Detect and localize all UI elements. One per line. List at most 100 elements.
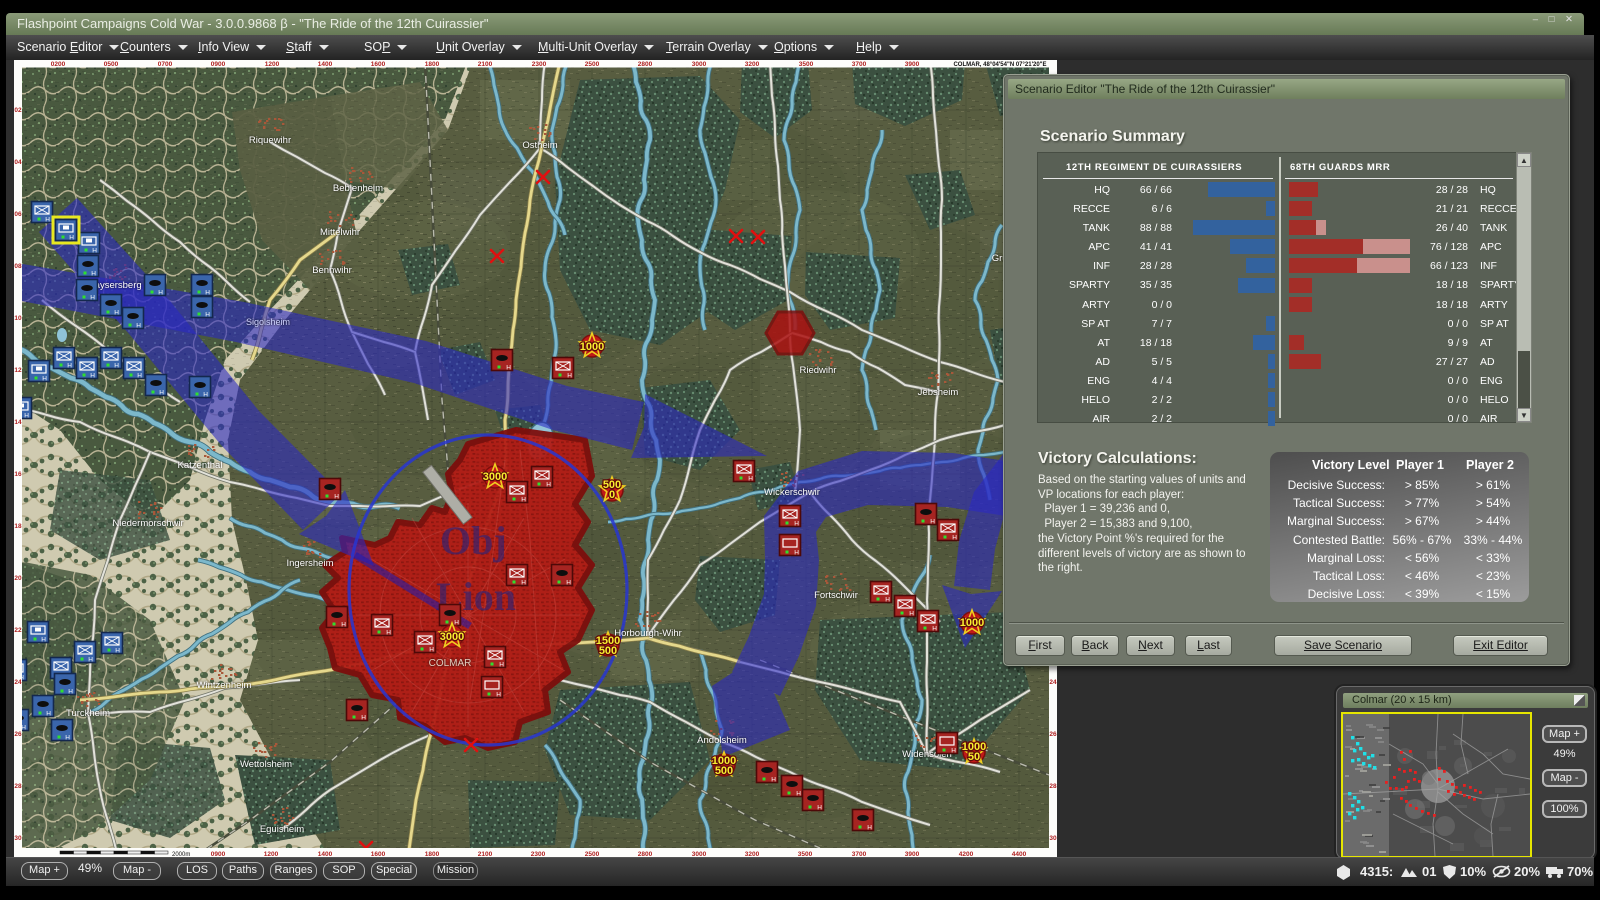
svg-text:0200: 0200 <box>51 61 66 68</box>
svg-text:H: H <box>771 777 776 784</box>
svg-text:H: H <box>90 295 95 302</box>
svg-text:Turckheim: Turckheim <box>66 708 110 719</box>
svg-text:H: H <box>748 476 753 483</box>
svg-text:3000: 3000 <box>692 61 707 68</box>
svg-text:02: 02 <box>14 107 22 114</box>
svg-text:H: H <box>159 390 164 397</box>
svg-text:500: 500 <box>599 645 617 657</box>
svg-text:H: H <box>68 689 73 696</box>
svg-text:H: H <box>521 580 526 587</box>
svg-text:H: H <box>114 310 119 317</box>
svg-text:1800: 1800 <box>425 61 440 68</box>
svg-text:Wintzenheim: Wintzenheim <box>197 680 252 691</box>
svg-text:50: 50 <box>968 751 980 763</box>
svg-text:Bennwihr: Bennwihr <box>312 265 352 276</box>
svg-text:Eguisheim: Eguisheim <box>260 824 304 835</box>
svg-text:20: 20 <box>14 575 22 582</box>
svg-text:H: H <box>42 376 47 383</box>
svg-text:14: 14 <box>14 419 22 426</box>
svg-text:H: H <box>41 637 46 644</box>
svg-text:H: H <box>21 725 26 732</box>
svg-text:0: 0 <box>609 489 615 501</box>
svg-text:H: H <box>952 535 957 542</box>
svg-text:22: 22 <box>14 627 22 634</box>
svg-text:28: 28 <box>1049 783 1057 790</box>
svg-text:H: H <box>794 550 799 557</box>
svg-text:H: H <box>909 611 914 618</box>
svg-text:H: H <box>92 248 97 255</box>
svg-text:H: H <box>885 597 890 604</box>
svg-text:Niedermorschwir: Niedermorschwir <box>112 518 183 529</box>
svg-text:18: 18 <box>14 523 22 530</box>
svg-text:Jebsheim: Jebsheim <box>918 387 959 398</box>
svg-text:06: 06 <box>14 211 22 218</box>
svg-text:Fortschwir: Fortschwir <box>814 590 858 601</box>
svg-text:H: H <box>429 647 434 654</box>
svg-text:3000: 3000 <box>483 471 507 483</box>
svg-text:H: H <box>46 711 51 718</box>
svg-text:H: H <box>24 413 29 420</box>
svg-text:3000: 3000 <box>440 631 464 643</box>
svg-text:Katzenthal: Katzenthal <box>178 460 223 471</box>
svg-text:Wettolsheim: Wettolsheim <box>240 759 292 770</box>
svg-text:1400: 1400 <box>318 61 333 68</box>
svg-text:H: H <box>499 662 504 669</box>
svg-text:H: H <box>796 791 801 798</box>
svg-text:28: 28 <box>14 783 22 790</box>
svg-text:Ingersheim: Ingersheim <box>287 558 334 569</box>
svg-text:H: H <box>566 580 571 587</box>
svg-text:H: H <box>137 373 142 380</box>
svg-text:H: H <box>205 312 210 319</box>
svg-text:08: 08 <box>14 263 22 270</box>
svg-text:H: H <box>521 497 526 504</box>
svg-text:H: H <box>67 363 72 370</box>
svg-text:H: H <box>203 392 208 399</box>
svg-text:24: 24 <box>14 679 22 686</box>
svg-text:H: H <box>506 365 511 372</box>
svg-text:0500: 0500 <box>104 61 119 68</box>
svg-text:04: 04 <box>14 159 22 166</box>
svg-text:3900: 3900 <box>905 61 920 68</box>
svg-text:3500: 3500 <box>799 61 814 68</box>
svg-text:2100: 2100 <box>478 61 493 68</box>
svg-text:Horbourgh-Wihr: Horbourgh-Wihr <box>614 628 682 639</box>
svg-text:H: H <box>334 494 339 501</box>
svg-text:H: H <box>69 235 74 242</box>
svg-text:H: H <box>205 290 210 297</box>
svg-text:30: 30 <box>1049 835 1057 842</box>
svg-text:H: H <box>65 735 70 742</box>
svg-text:H: H <box>794 521 799 528</box>
svg-text:1000: 1000 <box>580 341 604 353</box>
svg-text:Sigolsheim: Sigolsheim <box>246 317 290 327</box>
svg-text:Mittelwihr: Mittelwihr <box>320 227 360 238</box>
svg-text:H: H <box>158 290 163 297</box>
svg-text:Obj: Obj <box>440 518 507 563</box>
svg-text:Andolsheim: Andolsheim <box>697 735 747 746</box>
svg-text:500: 500 <box>715 765 733 777</box>
svg-text:16: 16 <box>14 471 22 478</box>
svg-text:1000: 1000 <box>960 617 984 629</box>
svg-text:0900: 0900 <box>211 61 226 68</box>
svg-text:26: 26 <box>1049 731 1057 738</box>
svg-text:2300: 2300 <box>532 61 547 68</box>
svg-text:H: H <box>496 692 501 699</box>
svg-text:10: 10 <box>14 315 22 322</box>
svg-text:H: H <box>932 626 937 633</box>
svg-text:30: 30 <box>14 835 22 842</box>
svg-text:H: H <box>91 271 96 278</box>
svg-text:Wickerschwir: Wickerschwir <box>764 487 820 498</box>
svg-text:H: H <box>90 373 95 380</box>
svg-text:12: 12 <box>14 367 22 374</box>
svg-text:H: H <box>341 622 346 629</box>
svg-text:H: H <box>817 805 822 812</box>
svg-text:26: 26 <box>14 731 22 738</box>
svg-text:H: H <box>567 373 572 380</box>
svg-text:2500: 2500 <box>585 61 600 68</box>
svg-text:H: H <box>361 715 366 722</box>
svg-text:H: H <box>951 748 956 755</box>
svg-text:1600: 1600 <box>371 61 386 68</box>
svg-text:H: H <box>867 825 872 832</box>
svg-text:1200: 1200 <box>265 61 280 68</box>
svg-text:2800: 2800 <box>638 61 653 68</box>
svg-text:Beblenheim: Beblenheim <box>333 183 383 194</box>
